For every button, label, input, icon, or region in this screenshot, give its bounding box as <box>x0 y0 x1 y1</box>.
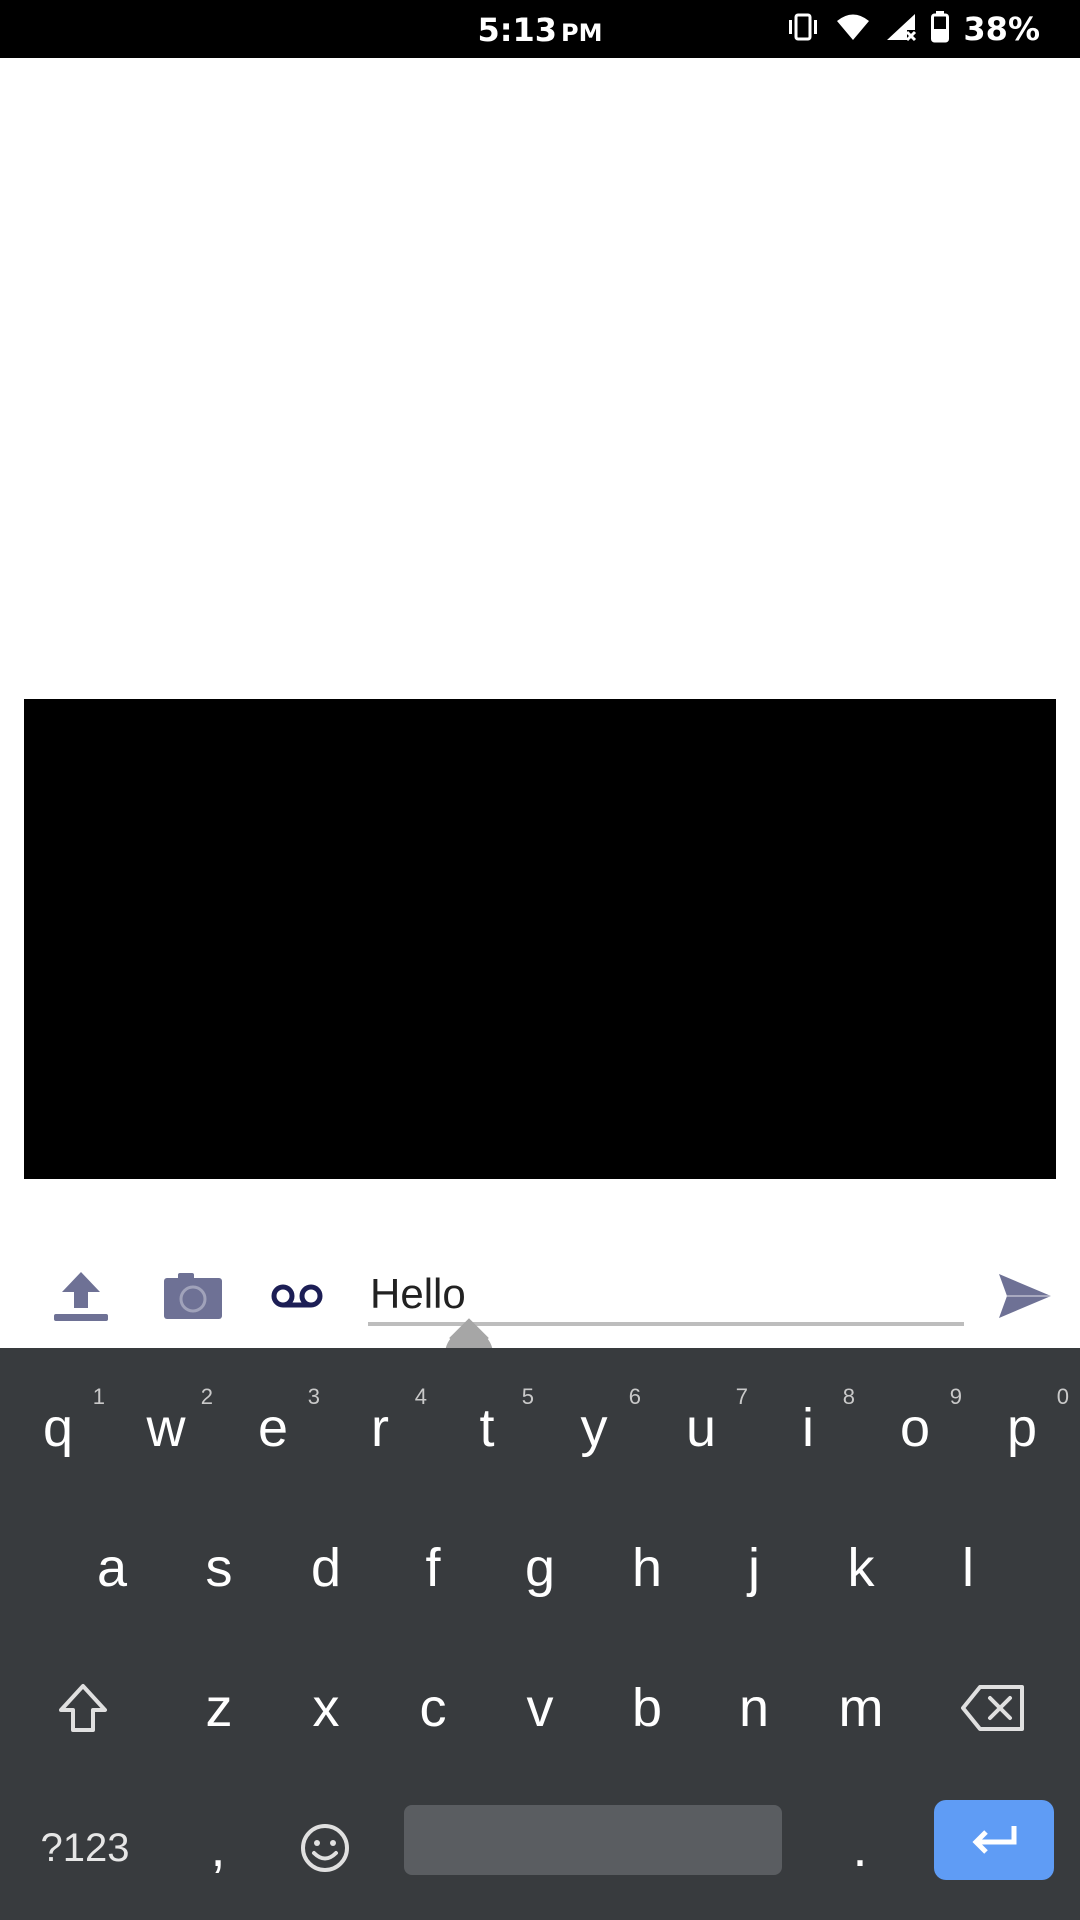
key-n[interactable]: n <box>701 1658 807 1758</box>
key-a[interactable]: a <box>59 1518 165 1618</box>
key-l[interactable]: l <box>915 1518 1021 1618</box>
key-label: u <box>685 1398 717 1458</box>
battery-icon <box>931 10 950 48</box>
emoji-key[interactable] <box>275 1798 375 1898</box>
key-hint: 3 <box>307 1384 320 1409</box>
key-p[interactable]: p0 <box>969 1378 1075 1478</box>
key-v[interactable]: v <box>487 1658 593 1758</box>
clock-time: 5:13 <box>477 11 558 49</box>
enter-key[interactable] <box>934 1800 1054 1880</box>
key-hint: 8 <box>842 1384 855 1409</box>
key-w[interactable]: w2 <box>113 1378 219 1478</box>
key-d[interactable]: d <box>273 1518 379 1618</box>
upload-icon <box>54 1272 108 1321</box>
send-button[interactable] <box>990 1266 1060 1326</box>
camera-icon <box>164 1273 222 1319</box>
voicemail-button[interactable] <box>262 1266 332 1326</box>
voicemail-icon <box>271 1284 323 1308</box>
key-g[interactable]: g <box>487 1518 593 1618</box>
comma-key[interactable]: , <box>168 1798 268 1898</box>
message-input[interactable] <box>368 1266 964 1326</box>
key-o[interactable]: o9 <box>862 1378 968 1478</box>
video-preview[interactable] <box>24 699 1056 1179</box>
key-j[interactable]: j <box>701 1518 807 1618</box>
period-key[interactable]: . <box>810 1798 910 1898</box>
key-hint: 2 <box>200 1384 213 1409</box>
soft-keyboard: q1 w2 e3 r4 t5 y6 u7 i8 o9 p0 a s d f g … <box>0 1348 1080 1920</box>
key-z[interactable]: z <box>166 1658 272 1758</box>
key-u[interactable]: u7 <box>648 1378 754 1478</box>
key-f[interactable]: f <box>380 1518 486 1618</box>
cell-signal-no-service-icon <box>885 12 917 47</box>
key-label: t <box>479 1398 495 1458</box>
key-label: w <box>146 1398 186 1458</box>
key-s[interactable]: s <box>166 1518 272 1618</box>
key-t[interactable]: t5 <box>434 1378 540 1478</box>
status-icons: 38% <box>785 0 1040 58</box>
key-b[interactable]: b <box>594 1658 700 1758</box>
key-y[interactable]: y6 <box>541 1378 647 1478</box>
key-hint: 9 <box>949 1384 962 1409</box>
emoji-icon <box>301 1824 349 1872</box>
key-hint: 0 <box>1056 1384 1069 1409</box>
key-i[interactable]: i8 <box>755 1378 861 1478</box>
key-hint: 4 <box>414 1384 427 1409</box>
key-label: q <box>42 1398 74 1458</box>
key-x[interactable]: x <box>273 1658 379 1758</box>
space-key[interactable] <box>404 1805 782 1875</box>
key-hint: 5 <box>521 1384 534 1409</box>
key-r[interactable]: r4 <box>327 1378 433 1478</box>
key-label: y <box>580 1398 608 1458</box>
wifi-icon <box>835 12 871 47</box>
clock-ampm: PM <box>561 19 603 47</box>
key-label: i <box>802 1398 814 1458</box>
key-hint: 1 <box>92 1384 105 1409</box>
key-k[interactable]: k <box>808 1518 914 1618</box>
key-label: r <box>371 1398 389 1458</box>
key-label: p <box>1006 1398 1038 1458</box>
key-e[interactable]: e3 <box>220 1378 326 1478</box>
enter-icon <box>972 1826 1017 1854</box>
shift-key[interactable] <box>30 1658 136 1758</box>
key-m[interactable]: m <box>808 1658 914 1758</box>
key-c[interactable]: c <box>380 1658 486 1758</box>
upload-button[interactable] <box>46 1266 116 1326</box>
battery-percent: 38% <box>963 10 1040 48</box>
key-h[interactable]: h <box>594 1518 700 1618</box>
vibrate-icon <box>785 12 821 47</box>
camera-button[interactable] <box>158 1266 228 1326</box>
key-label: o <box>899 1398 931 1458</box>
key-q[interactable]: q1 <box>5 1378 111 1478</box>
send-icon <box>999 1274 1051 1318</box>
backspace-key[interactable] <box>940 1658 1046 1758</box>
key-hint: 6 <box>628 1384 641 1409</box>
key-label: e <box>257 1398 289 1458</box>
backspace-icon <box>961 1685 1024 1731</box>
symbols-key[interactable]: ?123 <box>20 1798 150 1898</box>
shift-icon <box>59 1684 107 1732</box>
compose-bar <box>0 1246 1080 1348</box>
status-bar: 5:13 PM 38% <box>0 0 1080 58</box>
key-hint: 7 <box>735 1384 748 1409</box>
